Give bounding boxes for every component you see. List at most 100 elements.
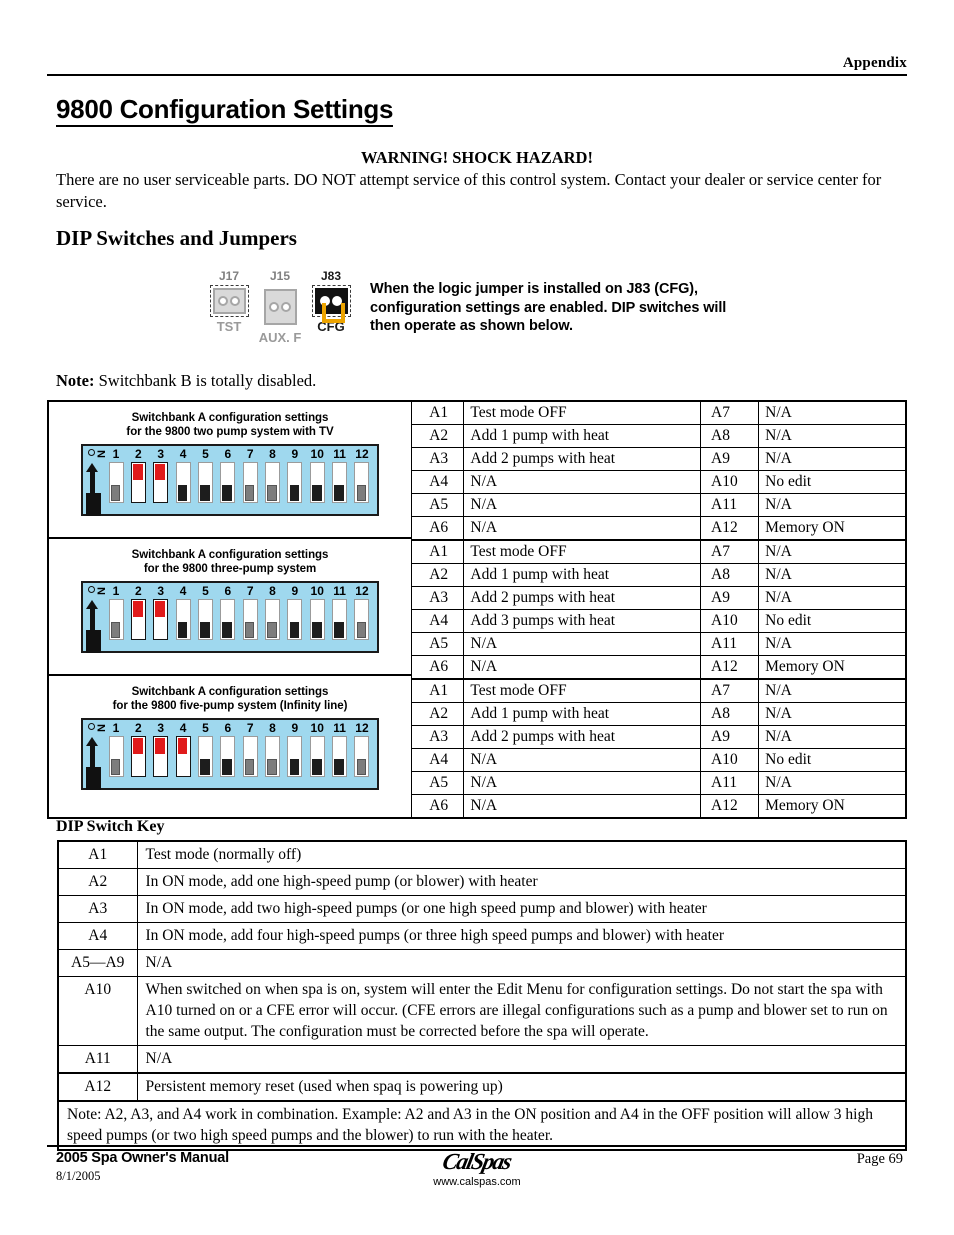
dip-switch-12[interactable]: 12 [352,722,372,777]
dip-switch-lever-on[interactable] [133,601,143,618]
dip-switch-body[interactable] [242,462,258,503]
dip-switch-lever-on[interactable] [155,464,165,481]
dip-switch-lever-off[interactable] [356,758,367,775]
dip-switch-lever-off[interactable] [311,484,322,501]
dip-switch-1[interactable]: 1 [106,585,126,640]
dip-switch-4[interactable]: 4 [173,722,193,777]
dip-switch-lever-off[interactable] [356,484,367,501]
dip-switch-11[interactable]: 11 [330,585,350,640]
dip-switch-8[interactable]: 8 [263,448,283,503]
dip-switch-body[interactable] [130,599,146,640]
dip-switch-body[interactable] [130,736,146,777]
dip-switch-10[interactable]: 10 [307,448,327,503]
dip-switch-11[interactable]: 11 [330,448,350,503]
dip-switch-lever-off[interactable] [244,758,255,775]
dip-switch-body[interactable] [354,736,370,777]
dip-switch-12[interactable]: 12 [352,585,372,640]
dip-switch-body[interactable] [153,462,169,503]
dip-switch-body[interactable] [242,736,258,777]
dip-switch-7[interactable]: 7 [240,722,260,777]
dip-switch-2[interactable]: 2 [128,448,148,503]
dip-switch-lever-on[interactable] [155,601,165,618]
dip-switch-lever-off[interactable] [200,621,210,638]
dip-switch-body[interactable] [265,599,281,640]
dip-switch-9[interactable]: 9 [285,722,305,777]
dip-switch-lever-off[interactable] [222,758,233,775]
dip-switch-10[interactable]: 10 [307,722,327,777]
dip-switch-body[interactable] [309,462,325,503]
dip-switch-lever-off[interactable] [311,758,322,775]
dip-switch-lever-off[interactable] [177,621,188,638]
dip-switch-6[interactable]: 6 [218,448,238,503]
dip-switch-1[interactable]: 1 [106,722,126,777]
dip-switch-body[interactable] [332,599,348,640]
dip-switch-body[interactable] [332,462,348,503]
dip-switch-body[interactable] [332,736,348,777]
dip-switch-lever-off[interactable] [222,484,233,501]
dip-switch-body[interactable] [265,462,281,503]
dip-switch-lever-off[interactable] [222,621,233,638]
dip-switch-lever-on[interactable] [133,738,143,755]
dip-switch-4[interactable]: 4 [173,448,193,503]
dip-switch-lever-off[interactable] [334,484,344,501]
dip-switch-lever-on[interactable] [155,738,165,755]
dip-switch-body[interactable] [309,736,325,777]
dip-switch-12[interactable]: 12 [352,448,372,503]
dip-switch-body[interactable] [153,736,169,777]
dip-switch-lever-off[interactable] [244,621,255,638]
dip-switch-body[interactable] [220,736,236,777]
dip-switch-lever-off[interactable] [267,758,277,775]
dip-switch-body[interactable] [130,462,146,503]
dip-switch-5[interactable]: 5 [195,722,215,777]
dip-switch-body[interactable] [197,599,213,640]
dip-switch-lever-off[interactable] [334,758,344,775]
dip-switch-body[interactable] [197,736,213,777]
dip-switch-3[interactable]: 3 [151,585,171,640]
dip-switch-body[interactable] [287,599,303,640]
dip-switch-8[interactable]: 8 [263,585,283,640]
dip-switch-4[interactable]: 4 [173,585,193,640]
dip-switch-lever-off[interactable] [200,758,210,775]
dip-switch-body[interactable] [175,599,191,640]
dip-switch-body[interactable] [108,736,124,777]
dip-switch-lever-off[interactable] [267,621,277,638]
dip-switch-1[interactable]: 1 [106,448,126,503]
dip-switch-9[interactable]: 9 [285,585,305,640]
dip-switch-body[interactable] [108,599,124,640]
dip-switch-lever-off[interactable] [311,621,322,638]
dip-switch-body[interactable] [354,462,370,503]
dip-switch-5[interactable]: 5 [195,448,215,503]
dip-switch-body[interactable] [197,462,213,503]
dip-switch-8[interactable]: 8 [263,722,283,777]
dip-switch-lever-off[interactable] [334,621,344,638]
dip-switch-lever-off[interactable] [244,484,255,501]
dip-switch-lever-off[interactable] [110,484,121,501]
dip-switch-lever-off[interactable] [267,484,277,501]
dip-switch-lever-off[interactable] [177,484,188,501]
dip-switch-lever-on[interactable] [177,738,188,755]
dip-switch-body[interactable] [265,736,281,777]
dip-switch-11[interactable]: 11 [330,722,350,777]
dip-switch-body[interactable] [309,599,325,640]
dip-switch-lever-off[interactable] [110,621,121,638]
dip-switch-2[interactable]: 2 [128,585,148,640]
dip-switch-2[interactable]: 2 [128,722,148,777]
dip-switch-body[interactable] [354,599,370,640]
dip-switch-body[interactable] [175,736,191,777]
dip-switch-lever-off[interactable] [110,758,121,775]
dip-switch-10[interactable]: 10 [307,585,327,640]
dip-switch-lever-off[interactable] [289,758,300,775]
dip-switch-lever-off[interactable] [289,484,300,501]
dip-switch-5[interactable]: 5 [195,585,215,640]
dip-switch-body[interactable] [220,462,236,503]
dip-switch-3[interactable]: 3 [151,448,171,503]
dip-switch-6[interactable]: 6 [218,585,238,640]
dip-switch-7[interactable]: 7 [240,448,260,503]
dip-switch-body[interactable] [242,599,258,640]
dip-switch-body[interactable] [108,462,124,503]
dip-switch-body[interactable] [287,736,303,777]
dip-switch-7[interactable]: 7 [240,585,260,640]
dip-switch-lever-off[interactable] [356,621,367,638]
dip-switch-body[interactable] [220,599,236,640]
dip-switch-lever-off[interactable] [289,621,300,638]
